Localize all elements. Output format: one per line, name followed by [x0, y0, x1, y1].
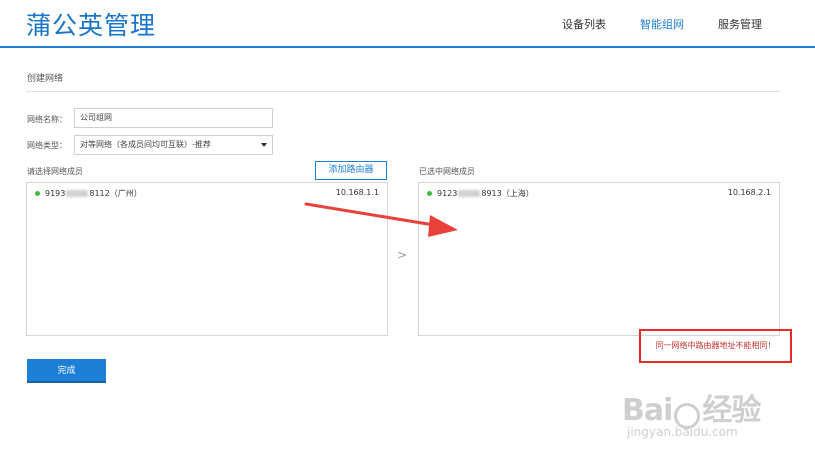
member-ip: 10.168.2.1	[727, 188, 771, 197]
annotation-arrow-icon	[304, 202, 458, 237]
watermark: Bai 经验 jingyan.baidu.com	[622, 385, 761, 439]
member-select-title: 请选择网络成员	[27, 167, 83, 176]
top-header: 蒲公英管理 设备列表 智能组网 服务管理	[0, 0, 815, 48]
done-button[interactable]: 完成	[27, 359, 106, 383]
brand-title: 蒲公英管理	[26, 11, 157, 40]
selected-members-title: 已选中网络成员	[419, 167, 475, 176]
section-divider	[26, 91, 780, 92]
watermark-url: jingyan.baidu.com	[627, 425, 738, 439]
network-type-label: 网络类型：	[27, 141, 67, 150]
watermark-text-right: 经验	[702, 393, 761, 428]
section-title: 创建网络	[27, 74, 64, 84]
network-type-select[interactable]: 对等网络（各成员间均可互联）-推荐	[74, 135, 273, 155]
chevron-down-icon	[261, 143, 267, 147]
nav-smart-network[interactable]: 智能组网	[640, 16, 684, 32]
selected-members-list[interactable]: 9123 8913（上海） 10.168.2.1	[418, 182, 780, 336]
add-router-button[interactable]: 添加路由器	[315, 161, 387, 180]
nav-device-list[interactable]: 设备列表	[562, 16, 606, 32]
watermark-text-left: Bai	[622, 393, 673, 428]
chevron-right-icon[interactable]: >	[397, 248, 407, 262]
nav-service-management[interactable]: 服务管理	[718, 16, 762, 32]
page: 蒲公英管理 设备列表 智能组网 服务管理 创建网络 网络名称： 公司组网 网络类…	[0, 0, 815, 464]
network-name-input[interactable]: 公司组网	[74, 108, 273, 128]
list-item[interactable]: 9123 8913（上海） 10.168.2.1	[419, 187, 779, 201]
network-name-label: 网络名称：	[27, 115, 67, 124]
network-type-value: 对等网络（各成员间均可互联）-推荐	[80, 140, 211, 149]
online-status-icon	[35, 191, 40, 196]
member-id: 9193 8112（广州）	[45, 189, 142, 198]
redacted-digits	[66, 190, 89, 197]
warning-annotation: 同一网络中路由器地址不能相同！	[639, 329, 792, 363]
